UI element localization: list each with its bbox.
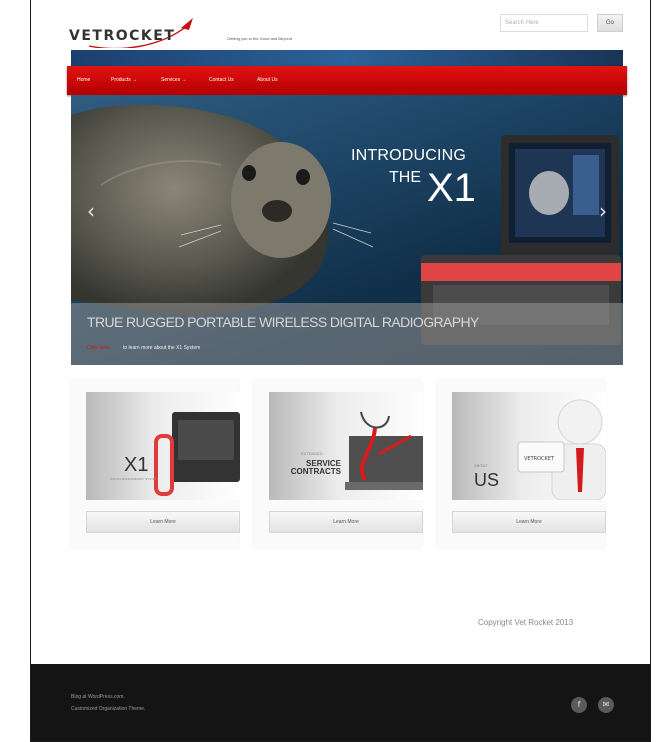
email-icon[interactable]: ✉ <box>598 697 614 713</box>
copyright-text: Copyright Vet Rocket 2013 <box>478 618 574 627</box>
hero-click-here-link[interactable]: Click here <box>87 345 109 351</box>
nav-item-services[interactable]: Services → <box>161 77 187 83</box>
footer-wordpress-link[interactable]: Blog at WordPress.com. <box>71 694 125 700</box>
facebook-icon[interactable]: f <box>571 697 587 713</box>
site-footer: Blog at WordPress.com. Customized Organi… <box>31 664 650 741</box>
feature-about-learn-more-button[interactable]: Learn More <box>452 511 606 533</box>
hero-slider: INTRODUCING THE X1 ‹ › TRUE RUGGED PORTA… <box>71 95 623 365</box>
slider-prev-icon[interactable]: ‹ <box>87 199 95 223</box>
feature-x1-title: X1 <box>124 454 149 476</box>
feature-service-learn-more-button[interactable]: Learn More <box>269 511 423 533</box>
feature-about-title: US <box>474 470 500 490</box>
logo-text: VETROCKET <box>69 28 176 44</box>
feature-x1-subtitle: Digital Radiography System <box>110 477 158 481</box>
feature-about-us: VETROCKET About US Learn More <box>437 380 606 548</box>
footer-theme-credit[interactable]: Customized Organization Theme. <box>71 706 145 712</box>
hero-the: THE <box>389 169 421 186</box>
feature-service-small: Extended <box>301 451 323 456</box>
site-logo[interactable]: VETROCKET <box>69 18 199 48</box>
banner-strip <box>71 50 623 66</box>
site-header: VETROCKET Getting you to the Good and Be… <box>31 0 650 50</box>
mini-logo-text: VETROCKET <box>524 456 555 462</box>
feature-x1: X1 Digital Radiography System Learn More <box>71 380 240 548</box>
hero-caption-text: to learn more about the X1 System <box>123 345 201 351</box>
feature-about-small: About <box>474 463 488 468</box>
nav-item-about[interactable]: About Us <box>257 77 278 83</box>
feature-service-title: SERVICE CONTRACTS <box>290 459 341 477</box>
slider-next-icon[interactable]: › <box>599 199 607 223</box>
main-nav: Home Products → Services → Contact Us Ab… <box>67 66 627 95</box>
search-button[interactable]: Go <box>597 14 623 32</box>
x1-device-image <box>154 412 240 496</box>
nav-item-contact[interactable]: Contact Us <box>209 77 234 83</box>
hero-product-name: X1 <box>427 166 476 210</box>
feature-x1-learn-more-button[interactable]: Learn More <box>86 511 240 533</box>
hero-caption: TRUE RUGGED PORTABLE WIRELESS DIGITAL RA… <box>71 303 623 365</box>
nav-item-home[interactable]: Home <box>77 77 90 83</box>
site-tagline: Getting you to the Good and Beyond <box>227 36 292 41</box>
search-input[interactable]: Search Here <box>500 14 588 32</box>
nav-item-products[interactable]: Products → <box>111 77 137 83</box>
service-stethoscope-image <box>345 411 423 490</box>
feature-service-contracts: Extended SERVICE CONTRACTS Learn More <box>254 380 423 548</box>
feature-x1-image[interactable]: X1 Digital Radiography System <box>86 392 240 500</box>
feature-service-image[interactable]: Extended SERVICE CONTRACTS <box>269 392 423 500</box>
page-frame: VETROCKET Getting you to the Good and Be… <box>30 0 651 742</box>
hero-headline: TRUE RUGGED PORTABLE WIRELESS DIGITAL RA… <box>87 314 479 330</box>
feature-about-image[interactable]: VETROCKET About US <box>452 392 606 500</box>
hero-introducing: INTRODUCING <box>351 147 467 164</box>
